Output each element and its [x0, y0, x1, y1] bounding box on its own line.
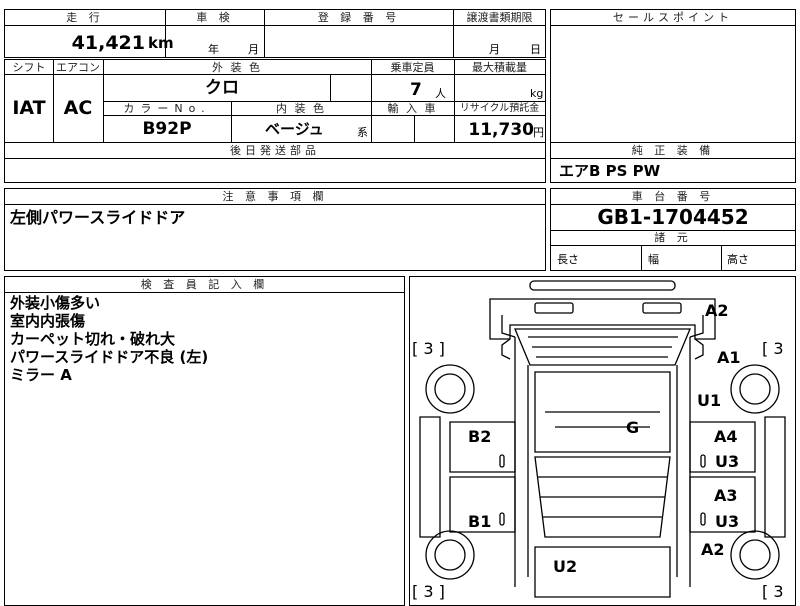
interior-suffix: 系 — [357, 126, 368, 139]
mark-u3-lower: U3 — [715, 512, 740, 531]
spec-grid: シフト エアコン 外 装 色 乗車定員 最大積載量 IAT AC クロ 7 人 … — [4, 59, 546, 143]
registration-label: 登 録 番 号 — [265, 10, 453, 26]
transfer-day: 日 — [530, 43, 541, 56]
inspector-label: 検 査 員 記 入 欄 — [5, 277, 404, 293]
registration-box: 登 録 番 号 — [264, 9, 454, 58]
transfer-month: 月 — [489, 43, 500, 56]
interior-label: 内 装 色 — [276, 102, 326, 115]
length-label: 長さ — [557, 253, 579, 266]
mark-g: G — [626, 418, 640, 437]
height-label: 高さ — [727, 253, 749, 266]
caution-value: 左側パワースライドドア — [10, 208, 186, 227]
color-no-label: カラーNo. — [123, 102, 211, 115]
later-parts-label: 後日発送部品 — [5, 143, 545, 159]
sales-point-label: セールスポイント — [551, 10, 795, 26]
chassis-label: 車 台 番 号 — [551, 189, 795, 205]
capacity-unit: 人 — [435, 87, 446, 100]
mileage-label: 走 行 — [5, 10, 165, 26]
dims-label: 諸 元 — [551, 230, 795, 246]
recycle-value: 11,730 — [468, 120, 534, 140]
mark-a1: A1 — [717, 348, 741, 367]
shift-value: IAT — [12, 97, 46, 119]
width-label: 幅 — [648, 253, 659, 266]
equipment-box: 純 正 装 備 エアB PS PW — [550, 142, 796, 183]
maxload-unit: kg — [530, 87, 544, 100]
bracket-bottom-right: [ 3 — [762, 582, 784, 601]
damage-diagram: A2 A1 U1 G B2 A4 U3 A3 B1 U3 A2 U2 [ 3 ]… — [409, 276, 796, 606]
mark-u1: U1 — [697, 391, 722, 410]
inspection-box: 車 検 年 月 — [165, 9, 265, 58]
exterior-label: 外 装 色 — [212, 61, 262, 74]
shift-label: シフト — [12, 61, 46, 74]
inspection-month: 月 — [248, 43, 259, 56]
mark-a3: A3 — [714, 486, 738, 505]
inspector-line: ミラー A — [10, 366, 72, 384]
aircon-label: エアコン — [56, 61, 100, 74]
transfer-box: 譲渡書類期限 月 日 — [453, 9, 546, 58]
maxload-label: 最大積載量 — [472, 61, 527, 74]
recycle-unit: 円 — [533, 126, 544, 139]
capacity-label: 乗車定員 — [390, 61, 435, 74]
mark-b1: B1 — [468, 512, 492, 531]
mark-u2: U2 — [553, 557, 578, 576]
inspector-line: 外装小傷多い — [10, 294, 101, 312]
import-label: 輸 入 車 — [387, 102, 438, 115]
mark-u3-upper: U3 — [715, 452, 740, 471]
mark-b2: B2 — [468, 427, 492, 446]
exterior-value: クロ — [205, 78, 239, 98]
inspector-line: カーペット切れ・破れ大 — [10, 330, 176, 348]
capacity-value: 7 — [410, 80, 422, 100]
mark-a4: A4 — [714, 427, 738, 446]
inspector-box: 検 査 員 記 入 欄 外装小傷多い 室内内張傷 カーペット切れ・破れ大 パワー… — [4, 276, 405, 606]
bracket-top-left: [ 3 ] — [412, 339, 445, 358]
transfer-label: 譲渡書類期限 — [454, 10, 545, 26]
later-parts-box: 後日発送部品 — [4, 142, 546, 183]
inspection-label: 車 検 — [166, 10, 264, 26]
inspection-year: 年 — [208, 43, 219, 56]
recycle-label: リサイクル預託金 — [459, 103, 540, 114]
equipment-label: 純 正 装 備 — [551, 143, 795, 159]
sales-point-box: セールスポイント — [550, 9, 796, 143]
aircon-value: AC — [63, 97, 93, 119]
caution-label: 注 意 事 項 欄 — [5, 189, 545, 205]
interior-value: ベージュ — [265, 120, 324, 138]
mileage-box: 走 行 41,421 km — [4, 9, 174, 58]
mark-a2-bottom: A2 — [701, 540, 725, 559]
chassis-box: 車 台 番 号 GB1-1704452 諸 元 長さ 幅 高さ — [550, 188, 796, 271]
color-no-value: B92P — [142, 119, 192, 139]
inspector-line: 室内内張傷 — [10, 312, 86, 330]
bracket-top-right: [ 3 — [762, 339, 784, 358]
mark-a2-top: A2 — [705, 301, 729, 320]
bracket-bottom-left: [ 3 ] — [412, 582, 445, 601]
caution-box: 注 意 事 項 欄 左側パワースライドドア — [4, 188, 546, 271]
inspector-line: パワースライドドア不良 (左) — [10, 348, 209, 366]
equipment-value: エアB PS PW — [559, 162, 661, 180]
chassis-value: GB1-1704452 — [597, 205, 749, 229]
mileage-value: 41,421 — [71, 32, 145, 54]
